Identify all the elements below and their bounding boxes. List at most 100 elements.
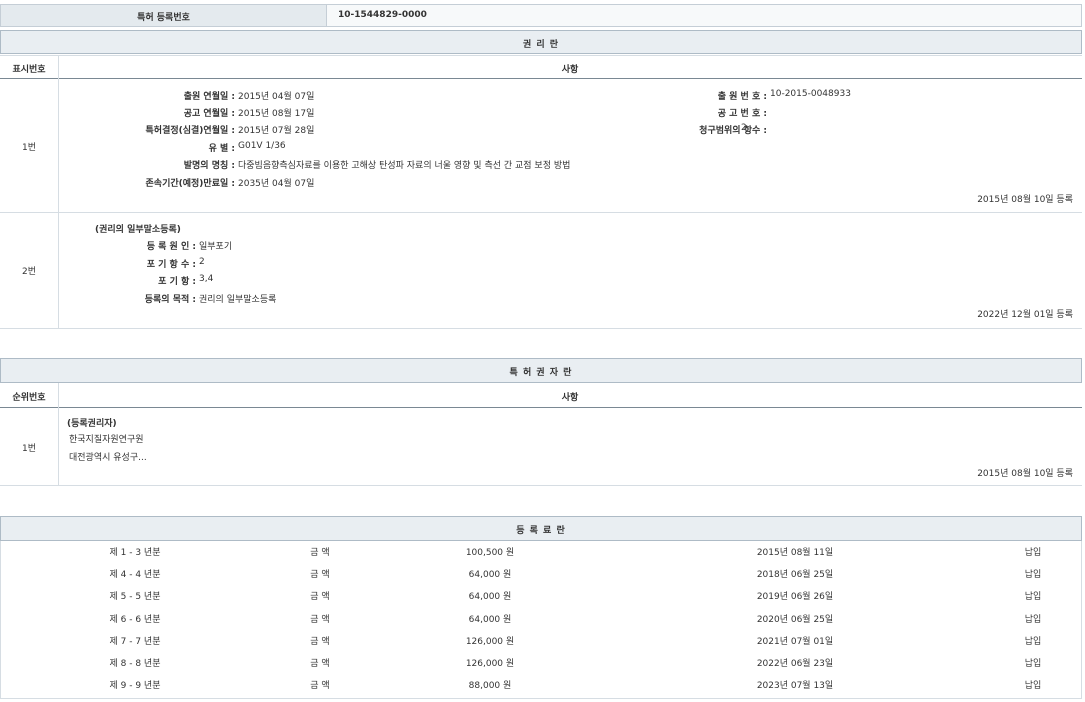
- fee-status: 납입: [1003, 634, 1063, 647]
- cause-label: 등 록 원 인 :: [147, 239, 196, 252]
- rights-entry1-reg-note: 2015년 08월 10일 등록: [977, 192, 1073, 205]
- fee-amount-label: 금 액: [290, 612, 350, 625]
- fee-amount-label: 금 액: [290, 678, 350, 691]
- fee-row: 제 8 - 8 년분 금 액 126,000 원 2022년 06월 23일 납입: [0, 656, 1082, 674]
- invention-title-value: 다중빔음향측심자료를 이용한 고해상 탄성파 자료의 너울 영향 및 측선 간 …: [238, 158, 570, 171]
- fee-paid-date: 2018년 06월 25일: [730, 567, 860, 580]
- fee-status: 납입: [1003, 612, 1063, 625]
- holders-section-header: 특 허 권 자 란: [0, 358, 1082, 383]
- rights-entry1-number: 1번: [0, 140, 58, 153]
- fee-year: 제 6 - 6 년분: [60, 612, 210, 625]
- fee-year: 제 7 - 7 년분: [60, 634, 210, 647]
- holders-col-matter: 사항: [58, 390, 1082, 403]
- holders-col-divider: [58, 383, 59, 485]
- app-number-value: 10-2015-0048933: [770, 89, 851, 99]
- holders-entry1-divider: [0, 485, 1082, 486]
- pub-date-value: 2015년 08월 17일: [238, 106, 314, 119]
- holder-address: 대전광역시 유성구...: [69, 450, 147, 463]
- fee-row: 제 9 - 9 년분 금 액 88,000 원 2023년 07월 13일 납입: [0, 678, 1082, 696]
- fee-status: 납입: [1003, 545, 1063, 558]
- reg-number-row: 특허 등록번호 10-1544829-0000: [0, 4, 1082, 27]
- holder-name: 한국지질자원연구원: [69, 432, 144, 445]
- partial-cancel-heading: (권리의 일부말소등록): [95, 222, 181, 235]
- fees-section-header: 등 록 료 란: [0, 516, 1082, 541]
- fee-paid-date: 2019년 06월 26일: [730, 589, 860, 602]
- fee-status: 납입: [1003, 656, 1063, 669]
- pub-number-label: 공 고 번 호 :: [718, 106, 767, 119]
- rights-entry2-number: 2번: [0, 264, 58, 277]
- fee-year: 제 5 - 5 년분: [60, 589, 210, 602]
- expiry-value: 2035년 04월 07일: [238, 176, 314, 189]
- rights-col-divider: [58, 55, 59, 328]
- fee-row: 제 7 - 7 년분 금 액 126,000 원 2021년 07월 01일 납입: [0, 634, 1082, 652]
- reg-number-label: 특허 등록번호: [1, 10, 326, 23]
- fee-paid-date: 2015년 08월 11일: [730, 545, 860, 558]
- fee-amount-label: 금 액: [290, 656, 350, 669]
- fee-row: 제 4 - 4 년분 금 액 64,000 원 2018년 06월 25일 납입: [0, 567, 1082, 585]
- fee-row: 제 6 - 6 년분 금 액 64,000 원 2020년 06월 25일 납입: [0, 612, 1082, 630]
- holders-section-title: 특 허 권 자 란: [1, 365, 1081, 378]
- invention-title-label: 발명의 명칭 :: [184, 158, 235, 171]
- fee-paid-date: 2020년 06월 25일: [730, 612, 860, 625]
- fee-paid-date: 2022년 06월 23일: [730, 656, 860, 669]
- class-value: G01V 1/36: [238, 141, 286, 151]
- fee-amount: 88,000 원: [420, 678, 560, 691]
- purpose-label: 등록의 목적 :: [145, 292, 196, 305]
- waived-count-label: 포 기 항 수 :: [147, 257, 196, 270]
- app-date-value: 2015년 04월 07일: [238, 89, 314, 102]
- rights-section-title: 권 리 란: [1, 37, 1081, 50]
- fee-status: 납입: [1003, 678, 1063, 691]
- fees-bottom-border: [0, 698, 1082, 699]
- fee-status: 납입: [1003, 567, 1063, 580]
- fee-status: 납입: [1003, 589, 1063, 602]
- fee-amount: 126,000 원: [420, 634, 560, 647]
- fee-year: 제 4 - 4 년분: [60, 567, 210, 580]
- pub-date-label: 공고 연월일 :: [184, 106, 235, 119]
- fee-amount: 64,000 원: [420, 589, 560, 602]
- claims-value: 2: [741, 123, 747, 133]
- holder-heading: (등록권리자): [67, 416, 117, 429]
- fee-amount: 64,000 원: [420, 567, 560, 580]
- app-date-label: 출원 연월일 :: [184, 89, 235, 102]
- fee-amount-label: 금 액: [290, 589, 350, 602]
- fee-amount: 64,000 원: [420, 612, 560, 625]
- decision-date-label: 특허결정(심결)연월일 :: [146, 123, 235, 136]
- holders-entry1-number: 1번: [0, 441, 58, 454]
- rights-col-number: 표시번호: [0, 62, 58, 75]
- rights-colhead-top: [0, 55, 1082, 56]
- fee-amount: 126,000 원: [420, 656, 560, 669]
- rights-entry2-divider: [0, 328, 1082, 329]
- decision-date-value: 2015년 07월 28일: [238, 123, 314, 136]
- rights-entry2-reg-note: 2022년 12월 01일 등록: [977, 307, 1073, 320]
- reg-number-value: 10-1544829-0000: [338, 10, 427, 20]
- waived-count-value: 2: [199, 257, 205, 267]
- fees-section-title: 등 록 료 란: [1, 523, 1081, 536]
- fee-year: 제 8 - 8 년분: [60, 656, 210, 669]
- fee-row: 제 1 - 3 년분 금 액 100,500 원 2015년 08월 11일 납입: [0, 545, 1082, 563]
- fee-paid-date: 2021년 07월 01일: [730, 634, 860, 647]
- fee-amount-label: 금 액: [290, 634, 350, 647]
- holders-colhead-bottom: [0, 407, 1082, 408]
- class-label: 유 별 :: [209, 141, 235, 154]
- holders-col-number: 순위번호: [0, 390, 58, 403]
- holders-entry1-reg-note: 2015년 08월 10일 등록: [977, 466, 1073, 479]
- purpose-value: 권리의 일부말소등록: [199, 292, 276, 305]
- fee-row: 제 5 - 5 년분 금 액 64,000 원 2019년 06월 26일 납입: [0, 589, 1082, 607]
- waived-claims-value: 3,4: [199, 274, 213, 284]
- reg-number-label-cell: 특허 등록번호: [1, 5, 327, 26]
- fee-year: 제 9 - 9 년분: [60, 678, 210, 691]
- claims-label: 청구범위의 항수 :: [699, 123, 767, 136]
- rights-colhead-bottom: [0, 78, 1082, 79]
- expiry-label: 존속기간(예정)만료일 :: [146, 176, 235, 189]
- waived-claims-label: 포 기 항 :: [158, 274, 196, 287]
- fee-amount-label: 금 액: [290, 545, 350, 558]
- fee-paid-date: 2023년 07월 13일: [730, 678, 860, 691]
- app-number-label: 출 원 번 호 :: [718, 89, 767, 102]
- fee-amount-label: 금 액: [290, 567, 350, 580]
- fee-amount: 100,500 원: [420, 545, 560, 558]
- fee-year: 제 1 - 3 년분: [60, 545, 210, 558]
- rights-entry1-divider: [0, 212, 1082, 213]
- rights-section-header: 권 리 란: [0, 30, 1082, 54]
- rights-col-matter: 사항: [58, 62, 1082, 75]
- cause-value: 일부포기: [199, 239, 232, 252]
